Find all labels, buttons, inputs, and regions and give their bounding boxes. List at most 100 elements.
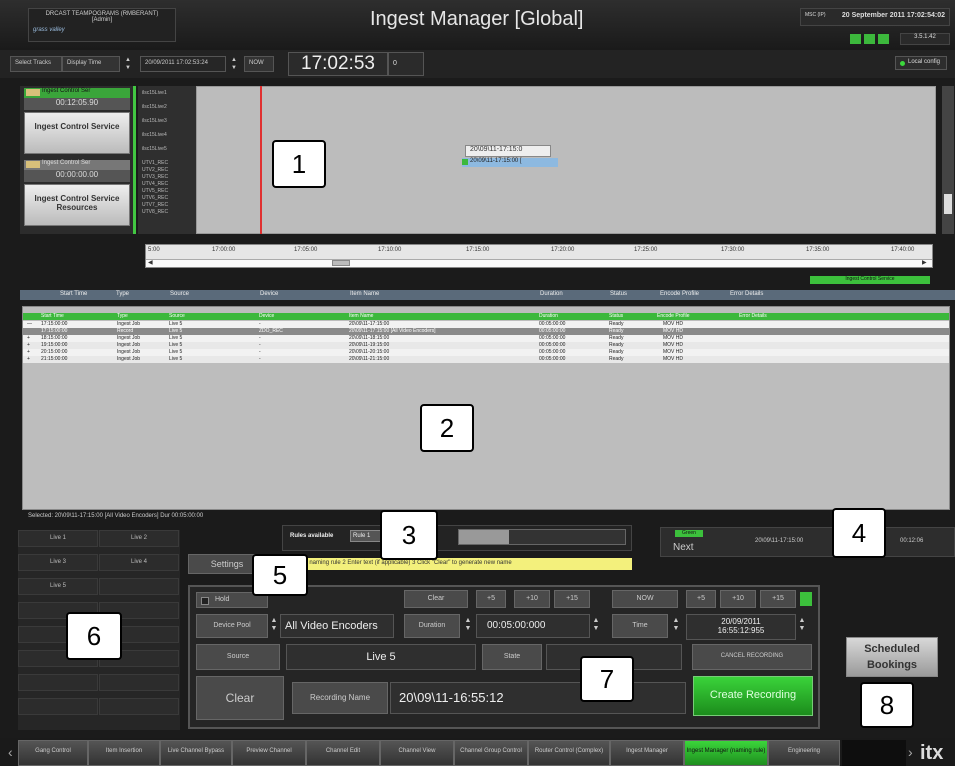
tab-channel-group-control[interactable]: Channel Group Control <box>454 740 528 766</box>
scheduled-bookings-button[interactable]: Scheduled Bookings <box>846 637 938 677</box>
duration-plus15-button[interactable]: +15 <box>554 590 590 608</box>
cell: Ingest Job <box>117 356 141 362</box>
table-row[interactable]: + 20:15:00:00 Ingest Job Live 5 - 20\09\… <box>23 349 949 356</box>
timeline-tooltip: 20\09\11-17:15:0 <box>465 145 551 157</box>
nav-right-icon[interactable]: › <box>908 744 913 760</box>
time-now-button[interactable]: NOW <box>612 590 678 608</box>
service-time: 00:12:05.90 <box>24 98 130 110</box>
clear-duration-button[interactable]: Clear <box>404 590 468 608</box>
clear-button[interactable]: Clear <box>196 676 284 720</box>
column-header[interactable]: Error Details <box>730 291 763 297</box>
create-recording-button[interactable]: Create Recording <box>693 676 813 716</box>
live-source-button[interactable]: Live 4 <box>99 554 179 571</box>
column-header[interactable]: Start Time <box>60 291 87 297</box>
live-source-empty <box>99 674 179 691</box>
cell: Ready <box>609 328 624 334</box>
duration-stepper-icon[interactable]: ▲ ▼ <box>464 617 472 635</box>
tab-ingest-manager[interactable]: Ingest Manager <box>610 740 684 766</box>
row-expander-icon[interactable]: + <box>27 356 30 362</box>
time-plus15-button[interactable]: +15 <box>760 590 796 608</box>
tab-router-control[interactable]: Router Control (Complex) <box>528 740 610 766</box>
current-time-marker <box>260 86 262 234</box>
time-status-led <box>800 592 812 606</box>
column-header: Duration <box>539 313 558 319</box>
tab-gang-control[interactable]: Gang Control <box>18 740 88 766</box>
tab-item-insertion[interactable]: Item Insertion <box>88 740 160 766</box>
tab-preview-channel[interactable]: Preview Channel <box>232 740 306 766</box>
row-expander-icon[interactable]: + <box>27 342 30 348</box>
tab-channel-edit[interactable]: Channel Edit <box>306 740 380 766</box>
table-row-selected[interactable]: 17:15:00:00 Record Live 5 ZDO_REC 20\09\… <box>23 328 949 335</box>
column-header[interactable]: Type <box>116 291 129 297</box>
duration-stepper-right-icon[interactable]: ▲ ▼ <box>592 617 600 635</box>
time-ruler[interactable]: 5:00 17:00:00 17:05:00 17:10:00 17:15:00… <box>145 244 933 268</box>
column-header[interactable]: Device <box>260 291 278 297</box>
row-expander-icon[interactable]: + <box>27 349 30 355</box>
live-source-button[interactable]: Live 1 <box>18 530 98 547</box>
cell: MOV HD <box>663 342 683 348</box>
live-source-button[interactable]: Live 3 <box>18 554 98 571</box>
live-source-button[interactable]: Live 2 <box>99 530 179 547</box>
cell: 21:15:00:00 <box>41 356 68 362</box>
recording-name-field[interactable]: 20\09\11-16:55:12 <box>390 682 686 714</box>
display-time-field[interactable]: 20/09/2011 17:02:53:24 <box>140 56 226 72</box>
row-label: ilsc15Live5 <box>142 146 167 152</box>
column-header: Encode Profile <box>657 313 690 319</box>
display-time-button[interactable]: Display Time <box>62 56 120 72</box>
time-plus10-button[interactable]: +10 <box>720 590 756 608</box>
user-role: [Admin] <box>91 17 113 23</box>
time-plus5-button[interactable]: +5 <box>686 590 716 608</box>
tab-channel-view[interactable]: Channel View <box>380 740 454 766</box>
timeline-event-item[interactable]: 20\09\11-17:15:00 [ <box>462 158 558 167</box>
cell: 20\09\11-18:15:00 <box>349 335 390 341</box>
ingest-control-resources-button[interactable]: Ingest Control Service Resources <box>24 184 130 226</box>
local-config-button[interactable]: Local config <box>895 56 947 70</box>
select-tracks-button[interactable]: Select Tracks <box>10 56 62 72</box>
table-row[interactable]: + 19:15:00:00 Ingest Job Live 5 - 20\09\… <box>23 342 949 349</box>
nav-left-icon[interactable]: ‹ <box>8 744 13 760</box>
cell: Ready <box>609 335 624 341</box>
live-source-button[interactable]: Live 5 <box>18 578 98 595</box>
ruler-scroll-thumb[interactable] <box>332 260 350 266</box>
column-header: Status <box>609 313 624 319</box>
table-row[interactable]: + 21:15:00:00 Ingest Job Live 5 - 20\09\… <box>23 356 949 363</box>
ruler-tick-label: 17:20:00 <box>551 247 575 253</box>
duration-plus10-button[interactable]: +10 <box>514 590 550 608</box>
device-pool-value[interactable]: All Video Encoders <box>280 614 394 638</box>
ruler-scroll-track[interactable] <box>146 259 932 267</box>
display-time-stepper-icon[interactable]: ▲ ▼ <box>124 56 132 72</box>
date-time-display: MSC (IP) 20 September 2011 17:02:54:02 <box>800 8 950 26</box>
ingest-control-service-button[interactable]: Ingest Control Service <box>24 112 130 154</box>
itx-logo: itx <box>920 742 944 764</box>
tab-ingest-manager-naming[interactable]: Ingest Manager (naming rule) <box>684 740 768 766</box>
tab-live-channel-bypass[interactable]: Live Channel Bypass <box>160 740 232 766</box>
service-status-bar: Ingest Control Ser <box>24 88 130 98</box>
scroll-left-icon[interactable]: ◀ <box>148 259 153 266</box>
time-stepper-right-icon[interactable]: ▲ ▼ <box>798 617 806 635</box>
column-header[interactable]: Duration <box>540 291 563 297</box>
column-header[interactable]: Item Name <box>350 291 379 297</box>
duration-plus5-button[interactable]: +5 <box>476 590 506 608</box>
duration-field[interactable]: 00:05:00:000 <box>476 614 590 638</box>
source-value[interactable]: Live 5 <box>286 644 476 670</box>
cell: 00:05:00:00 <box>539 356 566 362</box>
cancel-recording-button[interactable]: CANCEL RECORDING <box>692 644 812 670</box>
cell: 00:05:00:00 <box>539 321 566 327</box>
column-header[interactable]: Status <box>610 291 627 297</box>
time-stepper-icon[interactable]: ▲ ▼ <box>672 617 680 635</box>
table-row[interactable]: — 17:15:00:00 Ingest Job Live 5 - 20\09\… <box>23 321 949 328</box>
tab-engineering[interactable]: Engineering <box>768 740 840 766</box>
scroll-right-icon[interactable]: ▶ <box>922 259 927 266</box>
time-stepper-icon[interactable]: ▲ ▼ <box>230 56 238 72</box>
table-row[interactable]: + 18:15:00:00 Ingest Job Live 5 - 20\09\… <box>23 335 949 342</box>
timeline-scroll-thumb[interactable] <box>944 194 952 214</box>
cell: - <box>259 321 261 327</box>
row-expander-icon[interactable]: + <box>27 335 30 341</box>
toolbar-now-button[interactable]: NOW <box>244 56 274 72</box>
time-field[interactable]: 20/09/2011 16:55:12:955 <box>686 614 796 640</box>
column-header[interactable]: Source <box>170 291 189 297</box>
row-expander-icon[interactable]: — <box>27 321 32 327</box>
device-pool-stepper-icon[interactable]: ▲ ▼ <box>270 617 278 635</box>
cell: 20\09\11-19:15:00 <box>349 342 390 348</box>
column-header[interactable]: Encode Profile <box>660 291 699 297</box>
